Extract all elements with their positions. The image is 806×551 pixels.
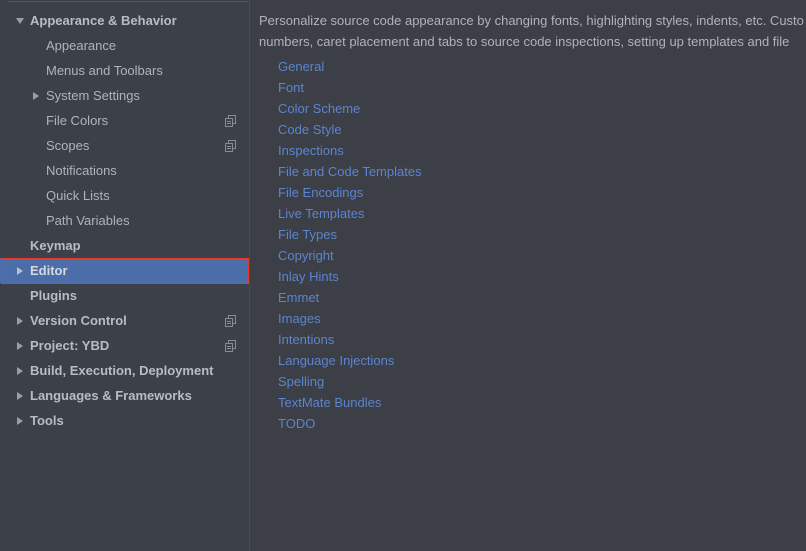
sidebar-item-languages-frameworks[interactable]: Languages & Frameworks [0,383,249,408]
subsection-link-code-style[interactable]: Code Style [278,119,342,140]
sidebar-item-label: System Settings [46,88,140,103]
settings-dialog: Appearance & Behavior Appearance Menus and… [0,0,806,551]
chevron-right-icon[interactable] [14,333,26,358]
copy-icon-line [227,148,231,149]
sidebar-item-label: Keymap [30,238,81,253]
triangle-glyph [17,341,23,350]
sidebar-item-label: Menus and Toolbars [46,63,163,78]
sidebar-item-build-execution-deployment[interactable]: Build, Execution, Deployment [0,358,249,383]
sidebar-item-label: Build, Execution, Deployment [30,363,214,378]
copy-configuration-icon[interactable] [225,115,237,127]
sidebar-item-label: File Colors [46,113,109,128]
subsection-link-todo[interactable]: TODO [278,413,315,434]
subsection-link-images[interactable]: Images [278,308,321,329]
triangle-glyph [17,391,23,400]
subsection-link-file-and-code-templates[interactable]: File and Code Templates [278,161,422,182]
copy-icon-front-sheet [225,343,233,352]
sidebar-item-version-control[interactable]: Version Control [0,308,249,333]
sidebar-item-label: Plugins [30,288,77,303]
copy-icon-front-sheet [225,143,233,152]
sidebar-item-scopes[interactable]: Scopes [0,133,249,158]
subsection-link-file-types[interactable]: File Types [278,224,337,245]
triangle-glyph [17,316,23,325]
subsection-link-color-scheme[interactable]: Color Scheme [278,98,360,119]
triangle-glyph [33,91,39,100]
copy-configuration-icon[interactable] [225,340,237,352]
copy-icon-front-sheet [225,118,233,127]
subsection-link-inspections[interactable]: Inspections [278,140,344,161]
triangle-glyph [17,366,23,375]
triangle-glyph [17,416,23,425]
settings-category-tree[interactable]: Appearance & Behavior Appearance Menus and… [0,8,249,433]
sidebar-item-appearance-behavior[interactable]: Appearance & Behavior [0,8,249,33]
editor-description-text: Personalize source code appearance by ch… [259,10,806,52]
copy-icon-line [227,323,231,324]
sidebar-item-menus-and-toolbars[interactable]: Menus and Toolbars [0,58,249,83]
sidebar-item-label: Tools [30,413,64,428]
sidebar-item-label: Quick Lists [46,188,110,203]
sidebar-item-system-settings[interactable]: System Settings [0,83,249,108]
sidebar-item-path-variables[interactable]: Path Variables [0,208,249,233]
triangle-glyph [17,266,23,275]
sidebar-item-notifications[interactable]: Notifications [0,158,249,183]
editor-subsection-link-list[interactable]: General Font Color Scheme Code Style Inspect… [278,56,758,434]
description-line: numbers, caret placement and tabs to sou… [259,34,794,49]
sidebar-item-label: Project: YBD [30,338,110,353]
chevron-right-icon[interactable] [14,258,26,283]
sidebar-item-keymap[interactable]: Keymap [0,233,249,258]
sidebar-item-project-ybd[interactable]: Project: YBD [0,333,249,358]
copy-icon-line [227,121,231,122]
copy-configuration-icon[interactable] [225,315,237,327]
subsection-link-emmet[interactable]: Emmet [278,287,319,308]
settings-content-pane: Personalize source code appearance by ch… [250,0,806,551]
copy-icon-line [227,321,231,322]
subsection-link-inlay-hints[interactable]: Inlay Hints [278,266,339,287]
sidebar-item-editor[interactable]: Editor [0,258,249,283]
subsection-link-general[interactable]: General [278,56,324,77]
subsection-link-intentions[interactable]: Intentions [278,329,334,350]
copy-icon-line [227,146,231,147]
sidebar-item-label: Version Control [30,313,127,328]
subsection-link-textmate-bundles[interactable]: TextMate Bundles [278,392,381,413]
sidebar-item-label: Scopes [46,138,90,153]
sidebar-item-label: Appearance & Behavior [30,13,177,28]
sidebar-item-label: Languages & Frameworks [30,388,192,403]
copy-configuration-icon[interactable] [225,140,237,152]
sidebar-top-divider [8,1,248,2]
subsection-link-live-templates[interactable]: Live Templates [278,203,364,224]
chevron-right-icon[interactable] [14,358,26,383]
subsection-link-font[interactable]: Font [278,77,304,98]
chevron-right-icon[interactable] [14,383,26,408]
description-line: Personalize source code appearance by ch… [259,13,804,28]
settings-sidebar[interactable]: Appearance & Behavior Appearance Menus and… [0,0,249,551]
sidebar-item-quick-lists[interactable]: Quick Lists [0,183,249,208]
sidebar-item-tools[interactable]: Tools [0,408,249,433]
sidebar-item-label: Appearance [46,38,117,53]
sidebar-item-label: Notifications [46,163,117,178]
subsection-link-copyright[interactable]: Copyright [278,245,334,266]
subsection-link-spelling[interactable]: Spelling [278,371,324,392]
sidebar-item-label: Path Variables [46,213,130,228]
copy-icon-line [227,346,231,347]
triangle-glyph [16,17,24,24]
chevron-right-icon[interactable] [30,83,42,108]
sidebar-item-plugins[interactable]: Plugins [0,283,249,308]
copy-icon-line [227,348,231,349]
chevron-down-icon[interactable] [14,8,26,33]
chevron-right-icon[interactable] [14,408,26,433]
subsection-link-language-injections[interactable]: Language Injections [278,350,394,371]
subsection-link-file-encodings[interactable]: File Encodings [278,182,363,203]
chevron-right-icon[interactable] [14,308,26,333]
copy-icon-front-sheet [225,318,233,327]
sidebar-item-label: Editor [30,263,68,278]
sidebar-item-file-colors[interactable]: File Colors [0,108,249,133]
sidebar-item-appearance[interactable]: Appearance [0,33,249,58]
copy-icon-line [227,123,231,124]
